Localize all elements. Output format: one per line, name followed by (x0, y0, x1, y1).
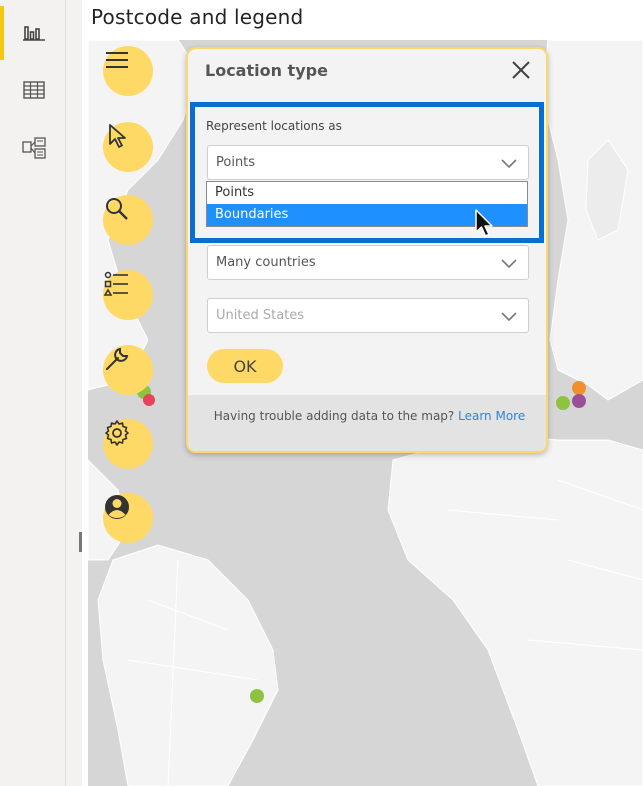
active-view-indicator (0, 6, 4, 60)
close-icon (512, 61, 530, 79)
map-point[interactable] (143, 394, 155, 406)
report-view-button[interactable] (14, 12, 54, 52)
model-icon (22, 137, 46, 159)
location-type-dialog: Location type Represent locations as Poi… (186, 47, 548, 453)
view-rail (0, 0, 66, 786)
select-tool-button[interactable] (103, 122, 153, 172)
data-view-button[interactable] (14, 70, 54, 110)
map-point[interactable] (572, 381, 586, 395)
represent-locations-value: Points (216, 155, 256, 170)
countries-value: Many countries (216, 255, 316, 270)
tools-button[interactable] (103, 345, 153, 395)
legend-list-icon (103, 271, 128, 296)
chevron-down-icon (501, 159, 517, 169)
country-value: United States (216, 308, 305, 323)
represent-locations-select[interactable]: Points (207, 145, 529, 180)
table-icon (23, 81, 45, 99)
menu-button[interactable] (103, 46, 153, 96)
represent-locations-label: Represent locations as (206, 119, 342, 133)
mouse-pointer-icon (475, 209, 493, 237)
cursor-icon (109, 124, 126, 148)
bar-chart-icon (23, 26, 45, 41)
account-button[interactable] (103, 493, 153, 543)
map-point[interactable] (556, 396, 570, 410)
chevron-down-icon (501, 259, 517, 269)
visual-title: Postcode and legend (91, 5, 304, 29)
countries-select[interactable]: Many countries (207, 245, 529, 280)
help-area: Having trouble adding data to the map? L… (188, 395, 546, 451)
canvas-gutter (66, 0, 82, 786)
search-icon (106, 198, 128, 220)
help-text: Having trouble adding data to the map? L… (202, 405, 537, 427)
option-points[interactable]: Points (207, 182, 527, 204)
model-view-button[interactable] (14, 128, 54, 168)
country-select[interactable]: United States (207, 298, 529, 333)
chevron-down-icon (501, 312, 517, 322)
search-button[interactable] (103, 195, 153, 245)
user-icon (105, 495, 129, 519)
gear-icon (105, 420, 129, 446)
settings-button[interactable] (103, 419, 153, 469)
legend-button[interactable] (103, 270, 153, 320)
map-point[interactable] (250, 689, 264, 703)
learn-more-link[interactable]: Learn More (458, 409, 525, 423)
ok-button[interactable]: OK (207, 349, 283, 383)
dialog-title: Location type (205, 61, 328, 80)
close-button[interactable] (508, 57, 534, 83)
menu-icon (106, 52, 128, 68)
help-message: Having trouble adding data to the map? (213, 409, 455, 423)
map-point[interactable] (572, 394, 586, 408)
wrench-icon (106, 347, 129, 370)
